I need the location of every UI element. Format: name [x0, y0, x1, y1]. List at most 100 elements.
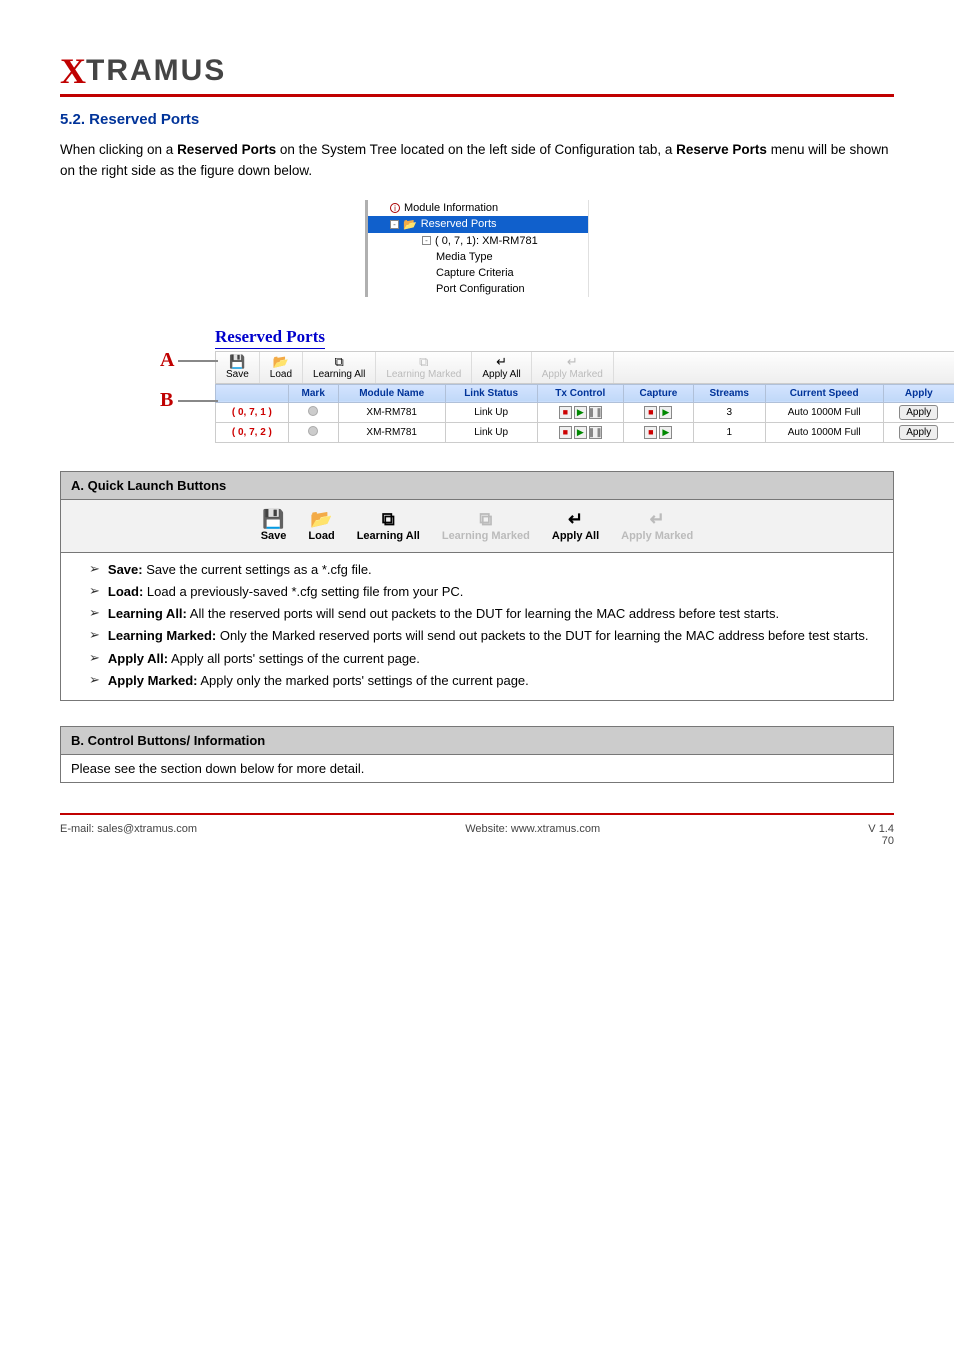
top-divider: [60, 94, 894, 97]
learning-marked-icon: ⧉: [479, 510, 492, 530]
col-mark: Mark: [288, 384, 338, 402]
apply-all-button[interactable]: ↵Apply All: [552, 510, 599, 542]
footer-page: 70: [882, 835, 894, 847]
capture-cell[interactable]: ■▶: [624, 402, 694, 422]
table-row: ( 0, 7, 2 ) XM-RM781 Link Up ■▶❚❚ ■▶ 1 A…: [216, 422, 954, 442]
reserved-ports-title: Reserved Ports: [215, 327, 325, 349]
col-capture: Capture: [624, 384, 694, 402]
tx-control-cell[interactable]: ■▶❚❚: [537, 402, 623, 422]
stop-icon[interactable]: ■: [644, 406, 657, 419]
bullet-icon: ➢: [89, 583, 100, 599]
link-cell: Link Up: [445, 422, 537, 442]
col-module: Module Name: [338, 384, 445, 402]
col-link: Link Status: [445, 384, 537, 402]
tree-label: Module Information: [404, 202, 498, 214]
apply-button[interactable]: Apply: [899, 405, 938, 420]
tree-port-item[interactable]: - ( 0, 7, 1): XM-RM781: [368, 233, 588, 249]
folder-open-icon: 📂: [273, 355, 289, 369]
stop-icon[interactable]: ■: [559, 406, 572, 419]
play-icon[interactable]: ▶: [659, 406, 672, 419]
bullet-icon: ➢: [89, 650, 100, 666]
play-icon[interactable]: ▶: [659, 426, 672, 439]
reserved-ports-table: Mark Module Name Link Status Tx Control …: [215, 384, 954, 443]
system-tree: i Module Information - 📂 Reserved Ports …: [365, 200, 589, 297]
tree-capture-criteria[interactable]: Capture Criteria: [368, 265, 588, 281]
port-cell: ( 0, 7, 1 ): [216, 402, 289, 422]
info-icon: i: [390, 203, 400, 213]
label-a: A: [160, 349, 218, 372]
tree-label: Port Configuration: [436, 283, 525, 295]
link-cell: Link Up: [445, 402, 537, 422]
pause-icon[interactable]: ❚❚: [589, 426, 602, 439]
mark-dot-icon: [308, 426, 318, 436]
mark-cell[interactable]: [288, 402, 338, 422]
folder-open-icon: 📂: [310, 510, 332, 530]
port-cell: ( 0, 7, 2 ): [216, 422, 289, 442]
mark-cell[interactable]: [288, 422, 338, 442]
stop-icon[interactable]: ■: [644, 426, 657, 439]
col-tx: Tx Control: [537, 384, 623, 402]
learning-marked-button: ⧉Learning Marked: [442, 510, 530, 542]
speed-cell: Auto 1000M Full: [765, 402, 883, 422]
learning-marked-icon: ⧉: [416, 355, 432, 369]
col-apply: Apply: [883, 384, 954, 402]
col-speed: Current Speed: [765, 384, 883, 402]
streams-cell: 1: [693, 422, 765, 442]
label-b: B: [160, 389, 218, 412]
desc-toolbar-preview: 💾Save 📂Load ⧉Learning All ⧉Learning Mark…: [61, 499, 894, 552]
tree-label: Media Type: [436, 251, 493, 263]
desc-b-text: Please see the section down below for mo…: [61, 754, 894, 782]
capture-cell[interactable]: ■▶: [624, 422, 694, 442]
learning-all-button[interactable]: ⧉Learning All: [357, 510, 420, 542]
footer-email: E-mail: sales@xtramus.com: [60, 823, 197, 847]
save-button[interactable]: 💾Save: [261, 510, 287, 542]
play-icon[interactable]: ▶: [574, 426, 587, 439]
desc-header-b: B. Control Buttons/ Information: [61, 726, 894, 754]
play-icon[interactable]: ▶: [574, 406, 587, 419]
desc-header-a: A. Quick Launch Buttons: [61, 471, 894, 499]
learning-all-button[interactable]: ⧉Learning All: [303, 352, 376, 383]
load-button[interactable]: 📂Load: [260, 352, 303, 383]
quick-launch-description-table: A. Quick Launch Buttons 💾Save 📂Load ⧉Lea…: [60, 471, 894, 701]
logo: X TRAMUS: [60, 50, 894, 92]
col-streams: Streams: [693, 384, 765, 402]
save-button[interactable]: 💾Save: [216, 352, 260, 383]
collapse-icon[interactable]: -: [422, 236, 431, 245]
bottom-divider: [60, 813, 894, 815]
collapse-icon[interactable]: -: [390, 220, 399, 229]
streams-cell: 3: [693, 402, 765, 422]
col-blank: [216, 384, 289, 402]
apply-marked-button: ↵Apply Marked: [621, 510, 693, 542]
apply-marked-icon: ↵: [650, 510, 665, 530]
desc-bullets: ➢Save: Save the current settings as a *.…: [61, 552, 894, 700]
apply-cell: Apply: [883, 402, 954, 422]
control-buttons-description-table: B. Control Buttons/ Information Please s…: [60, 726, 894, 783]
logo-x: X: [60, 50, 86, 92]
reserved-ports-toolbar: 💾Save 📂Load ⧉Learning All ⧉Learning Mark…: [215, 351, 954, 384]
learning-all-icon: ⧉: [331, 355, 347, 369]
tx-control-cell[interactable]: ■▶❚❚: [537, 422, 623, 442]
tree-label: Reserved Ports: [421, 218, 497, 230]
save-icon: 💾: [262, 510, 284, 530]
apply-marked-button: ↵Apply Marked: [532, 352, 614, 383]
table-row: ( 0, 7, 1 ) XM-RM781 Link Up ■▶❚❚ ■▶ 3 A…: [216, 402, 954, 422]
apply-all-button[interactable]: ↵Apply All: [472, 352, 531, 383]
apply-all-icon: ↵: [568, 510, 583, 530]
learning-all-icon: ⧉: [382, 510, 395, 530]
tree-label: ( 0, 7, 1): XM-RM781: [435, 235, 538, 247]
footer-version: V 1.4: [868, 823, 894, 835]
pause-icon[interactable]: ❚❚: [589, 406, 602, 419]
apply-button[interactable]: Apply: [899, 425, 938, 440]
tree-port-configuration[interactable]: Port Configuration: [368, 281, 588, 297]
mark-dot-icon: [308, 406, 318, 416]
speed-cell: Auto 1000M Full: [765, 422, 883, 442]
footer: E-mail: sales@xtramus.com Website: www.x…: [60, 823, 894, 847]
stop-icon[interactable]: ■: [559, 426, 572, 439]
tree-reserved-ports[interactable]: - 📂 Reserved Ports: [368, 216, 588, 233]
bullet-icon: ➢: [89, 627, 100, 643]
tree-module-information[interactable]: i Module Information: [368, 200, 588, 216]
tree-media-type[interactable]: Media Type: [368, 249, 588, 265]
apply-all-icon: ↵: [494, 355, 510, 369]
load-button[interactable]: 📂Load: [308, 510, 334, 542]
apply-marked-icon: ↵: [564, 355, 580, 369]
